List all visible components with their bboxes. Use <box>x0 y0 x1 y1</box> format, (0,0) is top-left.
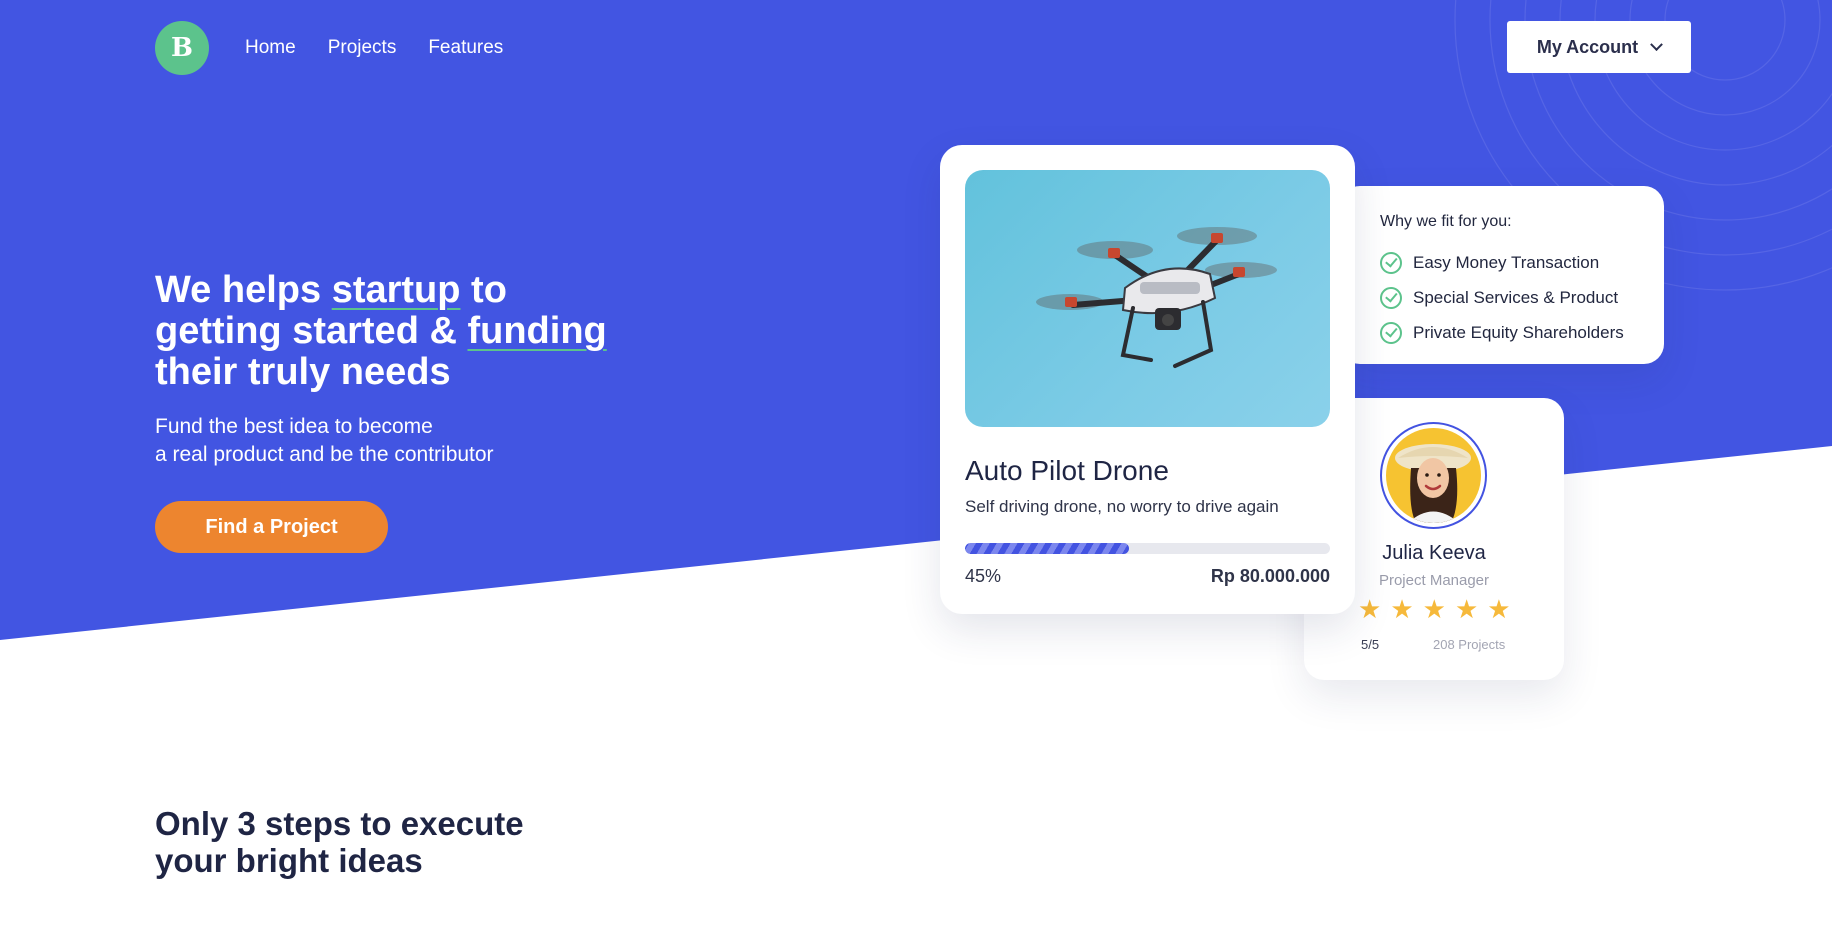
benefit-item: Private Equity Shareholders <box>1380 315 1624 350</box>
benefit-label: Easy Money Transaction <box>1413 252 1600 272</box>
project-card[interactable]: Auto Pilot Drone Self driving drone, no … <box>940 145 1355 614</box>
hero-title-part: getting started & <box>155 310 468 352</box>
find-project-button[interactable]: Find a Project <box>155 501 388 553</box>
benefit-label: Private Equity Shareholders <box>1413 322 1624 342</box>
check-circle-icon <box>1380 286 1402 309</box>
hero-subtitle-line: a real product and be the contributor <box>155 443 494 466</box>
star-icon: ★ <box>1358 594 1382 624</box>
star-icon: ★ <box>1390 594 1414 624</box>
project-count: 208 Projects <box>1433 637 1506 652</box>
hero-title: We helps startup to getting started & fu… <box>155 270 715 393</box>
nav-link-projects[interactable]: Projects <box>328 37 397 59</box>
steps-title-line: Only 3 steps to execute <box>155 805 524 842</box>
drone-illustration <box>1036 227 1277 368</box>
steps-title-line: your bright ideas <box>155 842 423 879</box>
benefit-label: Special Services & Product <box>1413 287 1619 307</box>
funding-progress-percent: 45% <box>965 566 1002 586</box>
hero-title-part: We helps <box>155 269 332 311</box>
rating-stars: ★ ★ ★ ★ ★ <box>1358 596 1511 622</box>
hero-title-highlight-funding: funding <box>467 310 607 352</box>
project-title: Auto Pilot Drone <box>965 455 1169 486</box>
avatar <box>1386 428 1481 523</box>
check-circle-icon <box>1380 251 1402 274</box>
nav-link-home[interactable]: Home <box>245 37 296 59</box>
benefit-item: Special Services & Product <box>1380 280 1624 315</box>
rating-score: 5/5 <box>1361 637 1380 652</box>
funding-progress-bar <box>965 543 1330 554</box>
my-account-button[interactable]: My Account <box>1507 21 1691 73</box>
benefit-item: Easy Money Transaction <box>1380 245 1624 280</box>
my-account-label: My Account <box>1536 36 1639 57</box>
star-icon: ★ <box>1454 594 1479 624</box>
funding-progress-fill <box>965 543 1130 554</box>
top-nav: B Home Projects Features <box>155 21 503 75</box>
steps-section-title: Only 3 steps to execute your bright idea… <box>155 805 524 879</box>
drone-photo <box>965 170 1330 427</box>
chevron-down-icon <box>1650 37 1664 51</box>
hero-title-part: their truly needs <box>155 351 451 393</box>
star-icon: ★ <box>1487 594 1511 624</box>
hero-title-highlight-startup: startup <box>331 269 461 311</box>
funding-amount: Rp 80.000.000 <box>1210 566 1330 586</box>
brand-logo[interactable]: B <box>155 21 209 75</box>
check-circle-icon <box>1380 321 1402 344</box>
logo-letter: B <box>171 33 193 63</box>
hero-title-part: to <box>460 269 507 311</box>
benefit-list: Easy Money Transaction Special Services … <box>1380 245 1624 350</box>
hero-subtitle-line: Fund the best idea to become <box>155 415 433 438</box>
hero-subtitle: Fund the best idea to become a real prod… <box>155 413 494 469</box>
why-we-fit-title: Why we fit for you: <box>1380 213 1512 230</box>
nav-link-features[interactable]: Features <box>428 37 503 59</box>
nav-links: Home Projects Features <box>245 37 503 59</box>
star-icon: ★ <box>1422 594 1446 624</box>
why-we-fit-card: Why we fit for you: Easy Money Transacti… <box>1340 186 1664 364</box>
avatar-ring <box>1380 422 1487 529</box>
avatar-illustration <box>1386 428 1481 523</box>
project-description: Self driving drone, no worry to drive ag… <box>965 497 1279 516</box>
